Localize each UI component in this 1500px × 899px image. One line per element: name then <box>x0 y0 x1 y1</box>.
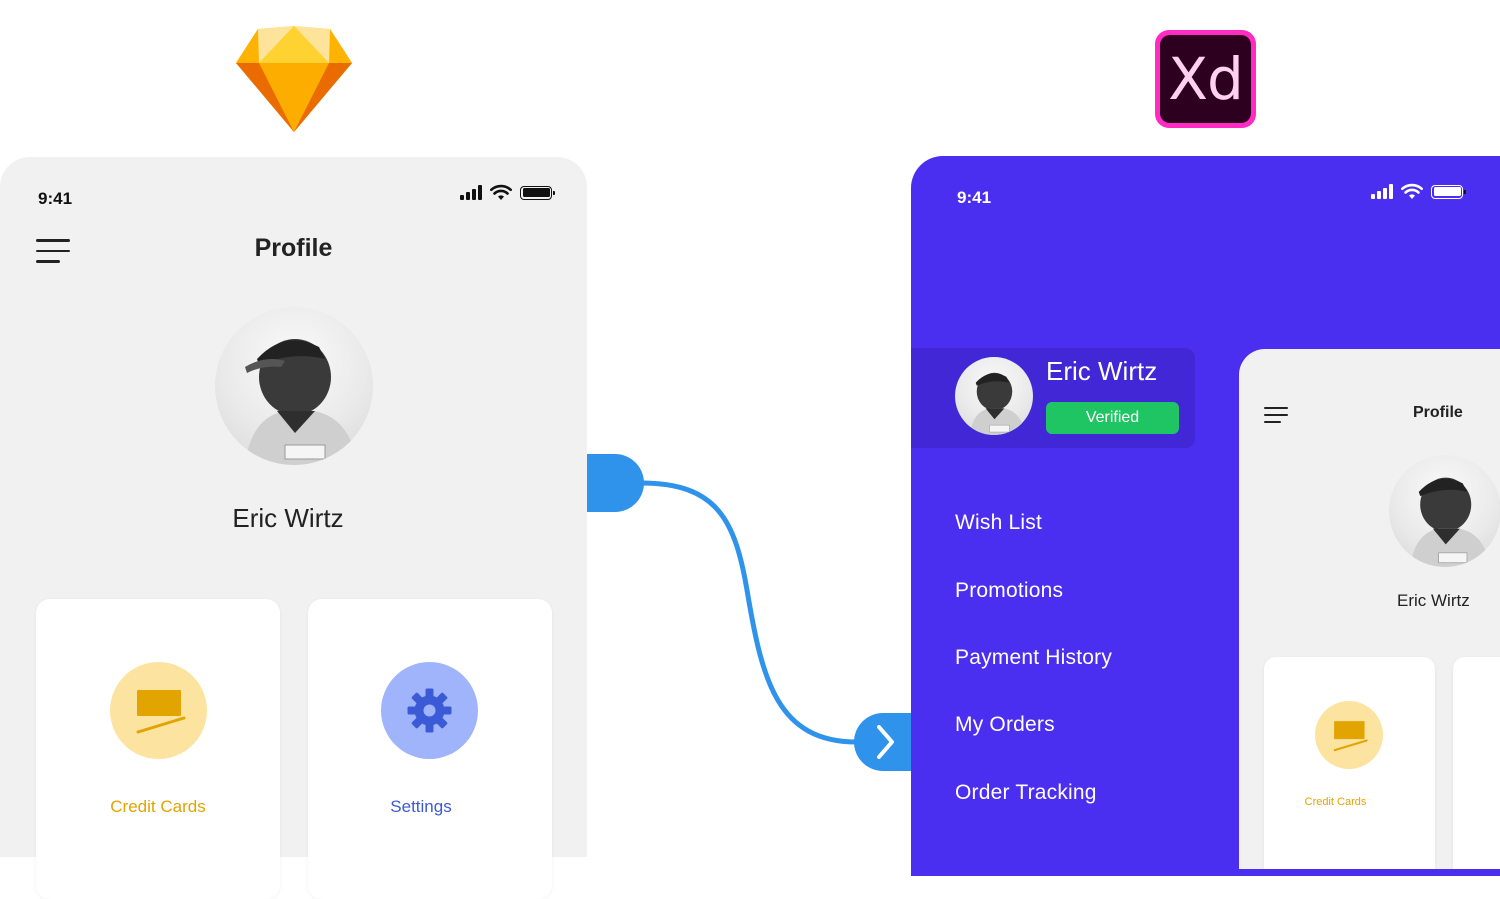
credit-cards-label: Credit Cards <box>110 797 206 816</box>
user-name: Eric Wirtz <box>1397 591 1470 610</box>
menu-item-payment-history[interactable]: Payment History <box>955 646 1112 670</box>
adobe-xd-logo-icon: Xd <box>1155 30 1256 128</box>
profile-photo <box>245 339 357 465</box>
settings-label: Settings <box>390 797 452 816</box>
signal-icon <box>1371 184 1393 199</box>
profile-photo <box>1410 477 1490 567</box>
connector-wire <box>640 480 858 745</box>
avatar <box>955 357 1033 435</box>
settings-card[interactable] <box>1453 657 1500 869</box>
settings-icon-bg <box>381 662 478 759</box>
credit-card-icon-bg <box>110 662 207 759</box>
prototype-link-connector[interactable] <box>587 440 917 780</box>
verified-badge: Verified <box>1046 402 1179 434</box>
credit-card-icon-bg <box>1315 701 1383 769</box>
sketch-logo-icon <box>236 26 352 132</box>
sketch-phone-screen: 9:41 Profile Eric Wirtz Credit Cards Set… <box>0 157 587 899</box>
xd-logo-text: Xd <box>1168 45 1244 113</box>
profile-photo <box>969 372 1026 435</box>
xd-profile-screen-preview[interactable]: Profile Eric Wirtz Credit Cards <box>1239 349 1500 869</box>
settings-card[interactable]: Settings <box>308 599 552 899</box>
credit-cards-card[interactable]: Credit Cards <box>36 599 280 899</box>
credit-cards-label: Credit Cards <box>1304 796 1367 808</box>
avatar <box>215 307 373 465</box>
status-time: 9:41 <box>38 189 73 208</box>
page-title: Profile <box>254 234 333 262</box>
battery-icon <box>1431 184 1466 199</box>
gear-icon <box>407 688 452 733</box>
status-icons <box>460 184 555 201</box>
avatar <box>1389 455 1500 567</box>
menu-item-promotions[interactable]: Promotions <box>955 579 1063 603</box>
signal-icon <box>460 185 482 200</box>
status-icons <box>1371 183 1466 200</box>
credit-card-icon <box>1333 721 1368 752</box>
status-time: 9:41 <box>957 188 992 207</box>
menu-item-wish-list[interactable]: Wish List <box>955 511 1042 535</box>
credit-card-icon <box>136 690 186 734</box>
connector-start-handle <box>587 454 644 512</box>
menu-hamburger-icon[interactable] <box>1264 407 1288 431</box>
wifi-icon <box>490 184 512 200</box>
connector-end-handle <box>854 713 917 771</box>
user-name: Eric Wirtz <box>232 503 344 533</box>
menu-item-order-tracking[interactable]: Order Tracking <box>955 781 1097 805</box>
battery-icon <box>520 185 555 200</box>
wifi-icon <box>1401 183 1423 199</box>
credit-cards-card[interactable]: Credit Cards <box>1264 657 1435 869</box>
menu-item-my-orders[interactable]: My Orders <box>955 713 1055 737</box>
user-name: Eric Wirtz <box>1046 356 1158 386</box>
page-title: Profile <box>1413 404 1463 421</box>
profile-header-chip[interactable]: Eric Wirtz Verified <box>911 348 1195 448</box>
